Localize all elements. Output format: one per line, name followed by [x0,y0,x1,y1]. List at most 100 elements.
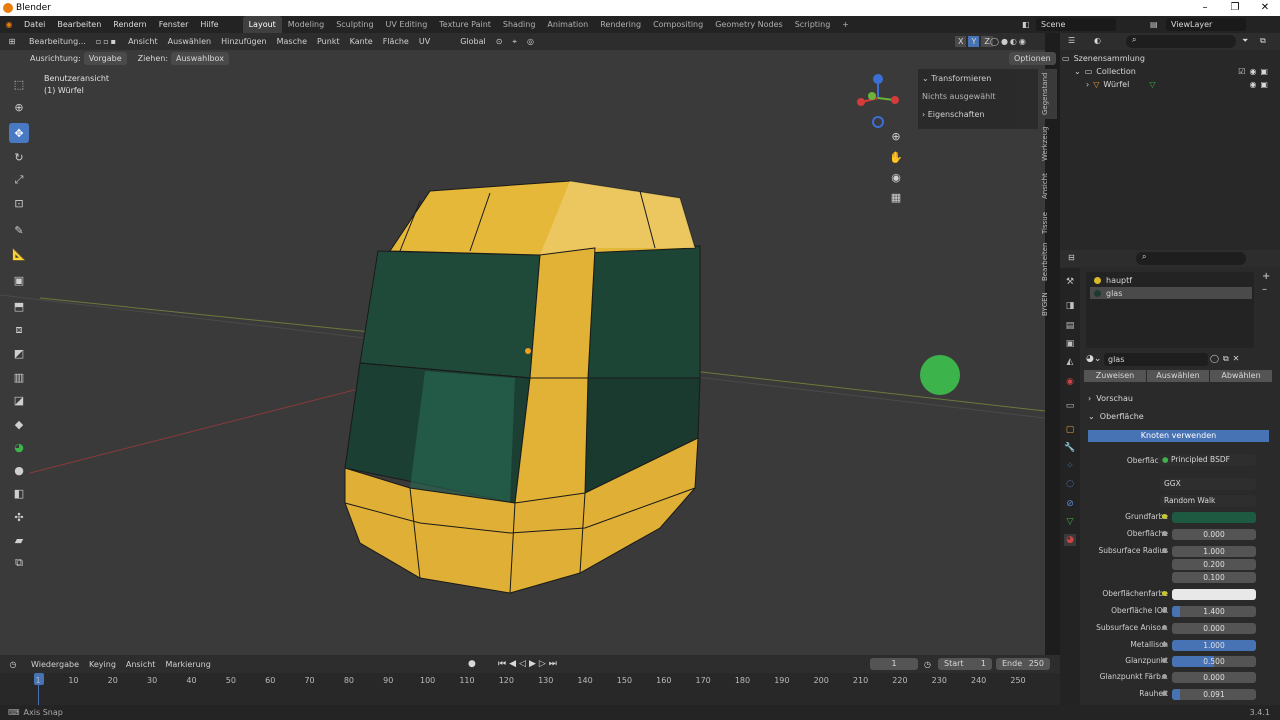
property-value-field[interactable]: 1.400 [1172,606,1256,617]
view-layer-tab-icon[interactable]: ▣ [1064,338,1076,350]
preview-section[interactable]: › Vorschau [1088,391,1133,405]
select-box-icon[interactable]: ⬚ [9,74,29,94]
maximize-button[interactable]: ❐ [1220,0,1250,16]
object-visibility-icons[interactable]: ◉▣ [1249,80,1272,89]
physics-tab-icon[interactable]: ◌ [1064,478,1076,490]
drag-dropdown[interactable]: Auswahlbox [171,52,229,65]
add-slot-button[interactable]: + [1262,271,1270,282]
tab-modeling[interactable]: Modeling [282,16,330,33]
filter-icon[interactable]: ⏷ [1242,36,1248,46]
editor-type-icon[interactable]: ⊞ [0,37,24,46]
data-tab-icon[interactable]: ▽ [1064,516,1076,528]
tab-tissue[interactable]: Tissue [1041,209,1057,237]
uv-menu[interactable]: UV [414,33,435,50]
orientation-dropdown[interactable]: Vorgabe [83,52,127,65]
tab-geometry-nodes[interactable]: Geometry Nodes [709,16,788,33]
properties-editor-icon[interactable]: ⊟ [1068,253,1075,262]
surface-section[interactable]: ⌄ Oberfläche [1088,409,1144,423]
properties-search-input[interactable]: ⌕ [1136,252,1246,265]
assign-button[interactable]: Zuweisen [1084,370,1146,382]
deselect-button[interactable]: Abwählen [1210,370,1272,382]
socket-dot-icon[interactable] [1162,531,1167,536]
vertex-menu[interactable]: Punkt [312,33,345,50]
tab-scripting[interactable]: Scripting [789,16,837,33]
camera-icon[interactable]: ◉ [887,168,905,186]
constraints-tab-icon[interactable]: ⊘ [1064,498,1076,510]
inset-icon[interactable]: ⧈ [9,320,29,340]
pan-hand-icon[interactable]: ✋ [887,148,905,166]
tab-uv-editing[interactable]: UV Editing [380,16,434,33]
proportional-edit-icon[interactable]: ◎ [522,33,539,50]
current-frame-field[interactable]: 1 [870,658,918,670]
property-value-field[interactable]: 1.000 [1172,546,1256,557]
color-swatch[interactable] [1172,589,1256,600]
render-tab-icon[interactable]: ◨ [1064,300,1076,312]
modifier-tab-icon[interactable]: 🔧 [1064,442,1076,454]
rotate-icon[interactable]: ↻ [9,147,29,167]
property-value-field[interactable]: 0.000 [1172,529,1256,540]
outliner-search-input[interactable]: ⌕ [1126,35,1236,48]
scene-tab-icon[interactable]: ◭ [1064,356,1076,368]
outliner-scene-collection[interactable]: ▭ Szenensammlung [1062,52,1145,65]
transform-icon[interactable]: ⊡ [9,193,29,213]
tab-animation[interactable]: Animation [541,16,594,33]
rip-icon[interactable]: ⧉ [9,553,29,573]
select-mode-icons[interactable]: ▫▫▪ [91,33,123,50]
axis-y-toggle[interactable]: Y [968,36,980,47]
tool-tab-icon[interactable]: ⚒ [1064,276,1076,288]
playback-menu[interactable]: Wiedergabe [26,656,84,673]
use-nodes-button[interactable]: Knoten verwenden [1088,430,1269,442]
blender-menu-icon[interactable]: ◉ [0,20,18,29]
knife-icon[interactable]: ◪ [9,390,29,410]
object-tab-icon[interactable]: ▢ [1064,424,1076,436]
tab-view[interactable]: Ansicht [1041,169,1057,204]
outliner-editor-icon[interactable]: ☰ [1068,36,1075,45]
subsurface-method-dropdown[interactable]: Random Walk [1160,495,1256,507]
options-dropdown[interactable]: Optionen [1009,52,1056,65]
extrude-icon[interactable]: ⬒ [9,296,29,316]
playback-controls[interactable]: ⏮◀◁▶▷⏭ [498,659,560,669]
smooth-icon[interactable]: ● [9,460,29,480]
tab-layout[interactable]: Layout [242,16,282,33]
tab-sculpting[interactable]: Sculpting [330,16,379,33]
tab-compositing[interactable]: Compositing [647,16,709,33]
edge-slide-icon[interactable]: ◧ [9,483,29,503]
color-swatch[interactable] [1172,512,1256,523]
scene-selector[interactable]: Scene [1036,18,1116,31]
shear-icon[interactable]: ▰ [9,530,29,550]
menu-file[interactable]: Datei [18,16,51,33]
properties-section[interactable]: › Eigenschaften [918,105,1038,123]
scale-icon[interactable]: ⤢ [9,170,29,190]
world-tab-icon[interactable]: ◉ [1064,376,1076,388]
remove-slot-button[interactable]: – [1262,284,1267,295]
output-tab-icon[interactable]: ▤ [1064,320,1076,332]
distribution-dropdown[interactable]: GGX [1160,478,1256,490]
record-icon[interactable]: ● [468,659,476,669]
cursor-icon[interactable]: ⊕ [9,97,29,117]
timeline-editor-icon[interactable]: ◷ [0,660,26,669]
tab-texture-paint[interactable]: Texture Paint [433,16,497,33]
property-value-field[interactable]: 0.091 [1172,689,1256,700]
new-collection-icon[interactable]: ⧉ [1260,36,1266,46]
property-value-field[interactable]: 0.000 [1172,672,1256,683]
spin-icon[interactable]: ◕ [9,437,29,457]
bevel-icon[interactable]: ◩ [9,343,29,363]
shading-mode-icons[interactable]: ◯●◐◉ [990,37,1028,46]
socket-dot-icon[interactable] [1162,674,1167,679]
outliner-collection[interactable]: ⌄ ▭ Collection ☑◉▣ [1074,65,1278,78]
minimize-button[interactable]: – [1190,0,1220,16]
close-button[interactable]: ✕ [1250,0,1280,16]
tab-tool[interactable]: Werkzeug [1041,124,1057,164]
axis-x-toggle[interactable]: X [955,36,967,47]
transform-orientation[interactable]: Global [455,33,491,50]
socket-dot-icon[interactable] [1162,625,1167,630]
annotate-icon[interactable]: ✎ [9,220,29,240]
select-button[interactable]: Auswählen [1147,370,1209,382]
tab-item[interactable]: Gegenstand [1041,69,1057,119]
menu-help[interactable]: Hilfe [194,16,224,33]
tab-edit[interactable]: Bearbeiten [1041,241,1057,283]
expand-arrow-icon[interactable]: › [1086,80,1089,89]
particles-tab-icon[interactable]: ⁘ [1064,460,1076,472]
material-tab-icon[interactable]: ◕ [1064,534,1076,546]
collection-tab-icon[interactable]: ▭ [1064,400,1076,412]
